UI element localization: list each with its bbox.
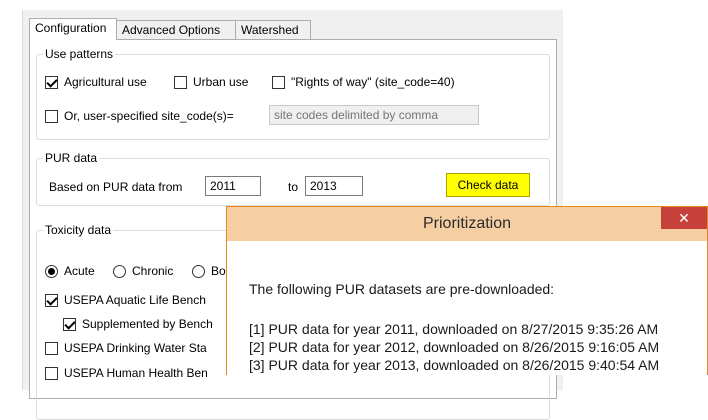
acute-radio[interactable] <box>45 264 58 278</box>
usepa-aquatic-label: USEPA Aquatic Life Bench <box>64 293 206 307</box>
pur-data-group: PUR data Based on PUR data from to Check… <box>36 151 550 206</box>
usepa-drinking-label: USEPA Drinking Water Sta <box>64 341 207 355</box>
acute-option[interactable]: Acute <box>45 264 95 278</box>
rights-of-way-option[interactable]: "Rights of way" (site_code=40) <box>272 75 455 89</box>
dialog-line-1: [1] PUR data for year 2011, downloaded o… <box>249 321 659 337</box>
site-codes-input[interactable] <box>269 105 479 125</box>
chronic-radio[interactable] <box>113 264 126 278</box>
chronic-label: Chronic <box>132 264 174 278</box>
supplemented-checkbox[interactable] <box>63 317 76 331</box>
to-year-input[interactable] <box>305 176 363 196</box>
prioritization-dialog: Prioritization ✕ The following PUR datas… <box>226 206 708 375</box>
tab-watershed[interactable]: Watershed <box>235 20 311 39</box>
supplemented-label: Supplemented by Bench <box>82 317 213 331</box>
based-on-label: Based on PUR data from <box>49 180 183 194</box>
dialog-line-2: [2] PUR data for year 2012, downloaded o… <box>249 339 660 355</box>
third-radio[interactable] <box>192 264 205 278</box>
chronic-option[interactable]: Chronic <box>113 264 173 278</box>
dialog-line-3: [3] PUR data for year 2013, downloaded o… <box>249 357 660 373</box>
urban-use-label: Urban use <box>193 75 249 89</box>
user-specified-label: Or, user-specified site_code(s)= <box>64 109 234 123</box>
tab-configuration[interactable]: Configuration <box>29 18 117 40</box>
dialog-body: The following PUR datasets are pre-downl… <box>227 241 707 375</box>
usepa-human-checkbox[interactable] <box>45 366 58 380</box>
agricultural-use-option[interactable]: Agricultural use <box>45 75 147 89</box>
close-icon[interactable]: ✕ <box>661 207 707 229</box>
agricultural-use-label: Agricultural use <box>64 75 147 89</box>
dialog-titlebar[interactable]: Prioritization ✕ <box>227 207 707 241</box>
usepa-aquatic-option[interactable]: USEPA Aquatic Life Bench <box>45 293 206 307</box>
usepa-aquatic-checkbox[interactable] <box>45 293 58 307</box>
acute-label: Acute <box>64 264 95 278</box>
from-year-input[interactable] <box>205 176 261 196</box>
urban-use-option[interactable]: Urban use <box>174 75 248 89</box>
dialog-message: The following PUR datasets are pre-downl… <box>249 281 555 297</box>
agricultural-use-checkbox[interactable] <box>45 75 58 89</box>
usepa-drinking-option[interactable]: USEPA Drinking Water Sta <box>45 341 207 355</box>
pur-data-title: PUR data <box>43 151 100 165</box>
rights-of-way-label: "Rights of way" (site_code=40) <box>291 75 455 89</box>
usepa-drinking-checkbox[interactable] <box>45 341 58 355</box>
to-label: to <box>288 180 299 194</box>
use-patterns-group: Use patterns Agricultural use Urban use … <box>36 47 550 140</box>
toxicity-data-title: Toxicity data <box>43 223 114 237</box>
rights-of-way-checkbox[interactable] <box>272 75 285 89</box>
supplemented-option[interactable]: Supplemented by Bench <box>63 317 213 331</box>
tab-advanced-options[interactable]: Advanced Options <box>116 20 236 39</box>
third-option[interactable]: Bo <box>192 264 226 278</box>
check-data-button[interactable]: Check data <box>446 173 530 197</box>
user-specified-checkbox[interactable] <box>45 109 58 123</box>
use-patterns-title: Use patterns <box>43 47 116 61</box>
urban-use-checkbox[interactable] <box>174 75 187 89</box>
dialog-title: Prioritization <box>422 215 512 232</box>
usepa-human-option[interactable]: USEPA Human Health Ben <box>45 366 208 380</box>
user-specified-option[interactable]: Or, user-specified site_code(s)= <box>45 109 234 123</box>
third-label: Bo <box>211 264 226 278</box>
usepa-human-label: USEPA Human Health Ben <box>64 366 208 380</box>
